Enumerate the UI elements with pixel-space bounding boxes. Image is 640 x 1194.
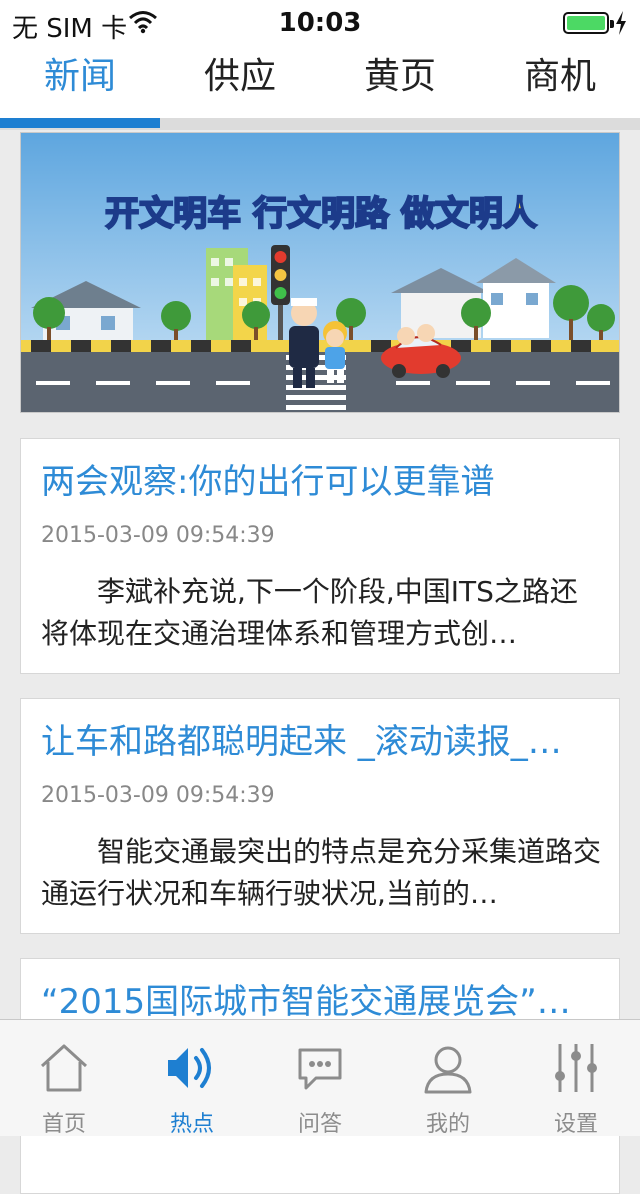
nav-settings[interactable]: 设置: [512, 1020, 640, 1137]
nav-hotspot[interactable]: 热点: [128, 1020, 256, 1137]
news-date: 2015-03-09 09:54:39: [41, 783, 275, 808]
charging-icon: [614, 10, 628, 40]
tab-supply[interactable]: 供应: [160, 52, 320, 102]
banner-illustration: 开文明车 行文明路 做文明人: [21, 133, 619, 412]
news-date: 2015-03-09 09:54:39: [41, 523, 275, 548]
home-icon: [34, 1038, 94, 1098]
nav-label: 我的: [425, 1112, 470, 1137]
category-tabs: 新闻 供应 黄页 商机: [0, 48, 640, 118]
news-title[interactable]: 两会观察:你的出行可以更靠谱: [41, 459, 601, 505]
battery-icon: [563, 12, 614, 34]
nav-home[interactable]: 首页: [0, 1020, 128, 1137]
bottom-nav: 首页 热点 问答 我的 设置: [0, 1019, 640, 1137]
news-card[interactable]: 让车和路都聪明起来 _滚动读报_… 2015-03-09 09:54:39 智能…: [20, 698, 620, 934]
tab-indicator: [0, 118, 160, 128]
nav-qa[interactable]: 问答: [256, 1020, 384, 1137]
banner-slogan: 开文明车 行文明路 做文明人: [105, 194, 537, 234]
clock: 10:03: [278, 8, 362, 38]
qa-icon: [290, 1038, 350, 1098]
settings-icon: [546, 1038, 606, 1098]
tab-yellow-pages[interactable]: 黄页: [320, 52, 480, 102]
nav-label: 热点: [169, 1112, 214, 1137]
news-card[interactable]: 两会观察:你的出行可以更靠谱 2015-03-09 09:54:39 李斌补充说…: [20, 438, 620, 674]
hotspot-icon: [162, 1038, 222, 1098]
banner[interactable]: 开文明车 行文明路 做文明人: [20, 132, 620, 413]
news-summary: 李斌补充说,下一个阶段,中国ITS之路还将体现在交通治理体系和管理方式创…: [41, 575, 578, 650]
status-bar: 无 SIM 卡 10:03: [0, 0, 640, 48]
profile-icon: [418, 1038, 478, 1098]
nav-label: 首页: [41, 1112, 86, 1137]
tab-news[interactable]: 新闻: [0, 52, 160, 102]
tab-business[interactable]: 商机: [480, 52, 640, 102]
nav-label: 问答: [297, 1112, 342, 1137]
news-summary: 智能交通最突出的特点是充分采集道路交通运行状况和车辆行驶状况,当前的…: [41, 835, 601, 910]
nav-profile[interactable]: 我的: [384, 1020, 512, 1137]
nav-label: 设置: [553, 1112, 598, 1137]
news-title[interactable]: 让车和路都聪明起来 _滚动读报_…: [41, 719, 601, 765]
